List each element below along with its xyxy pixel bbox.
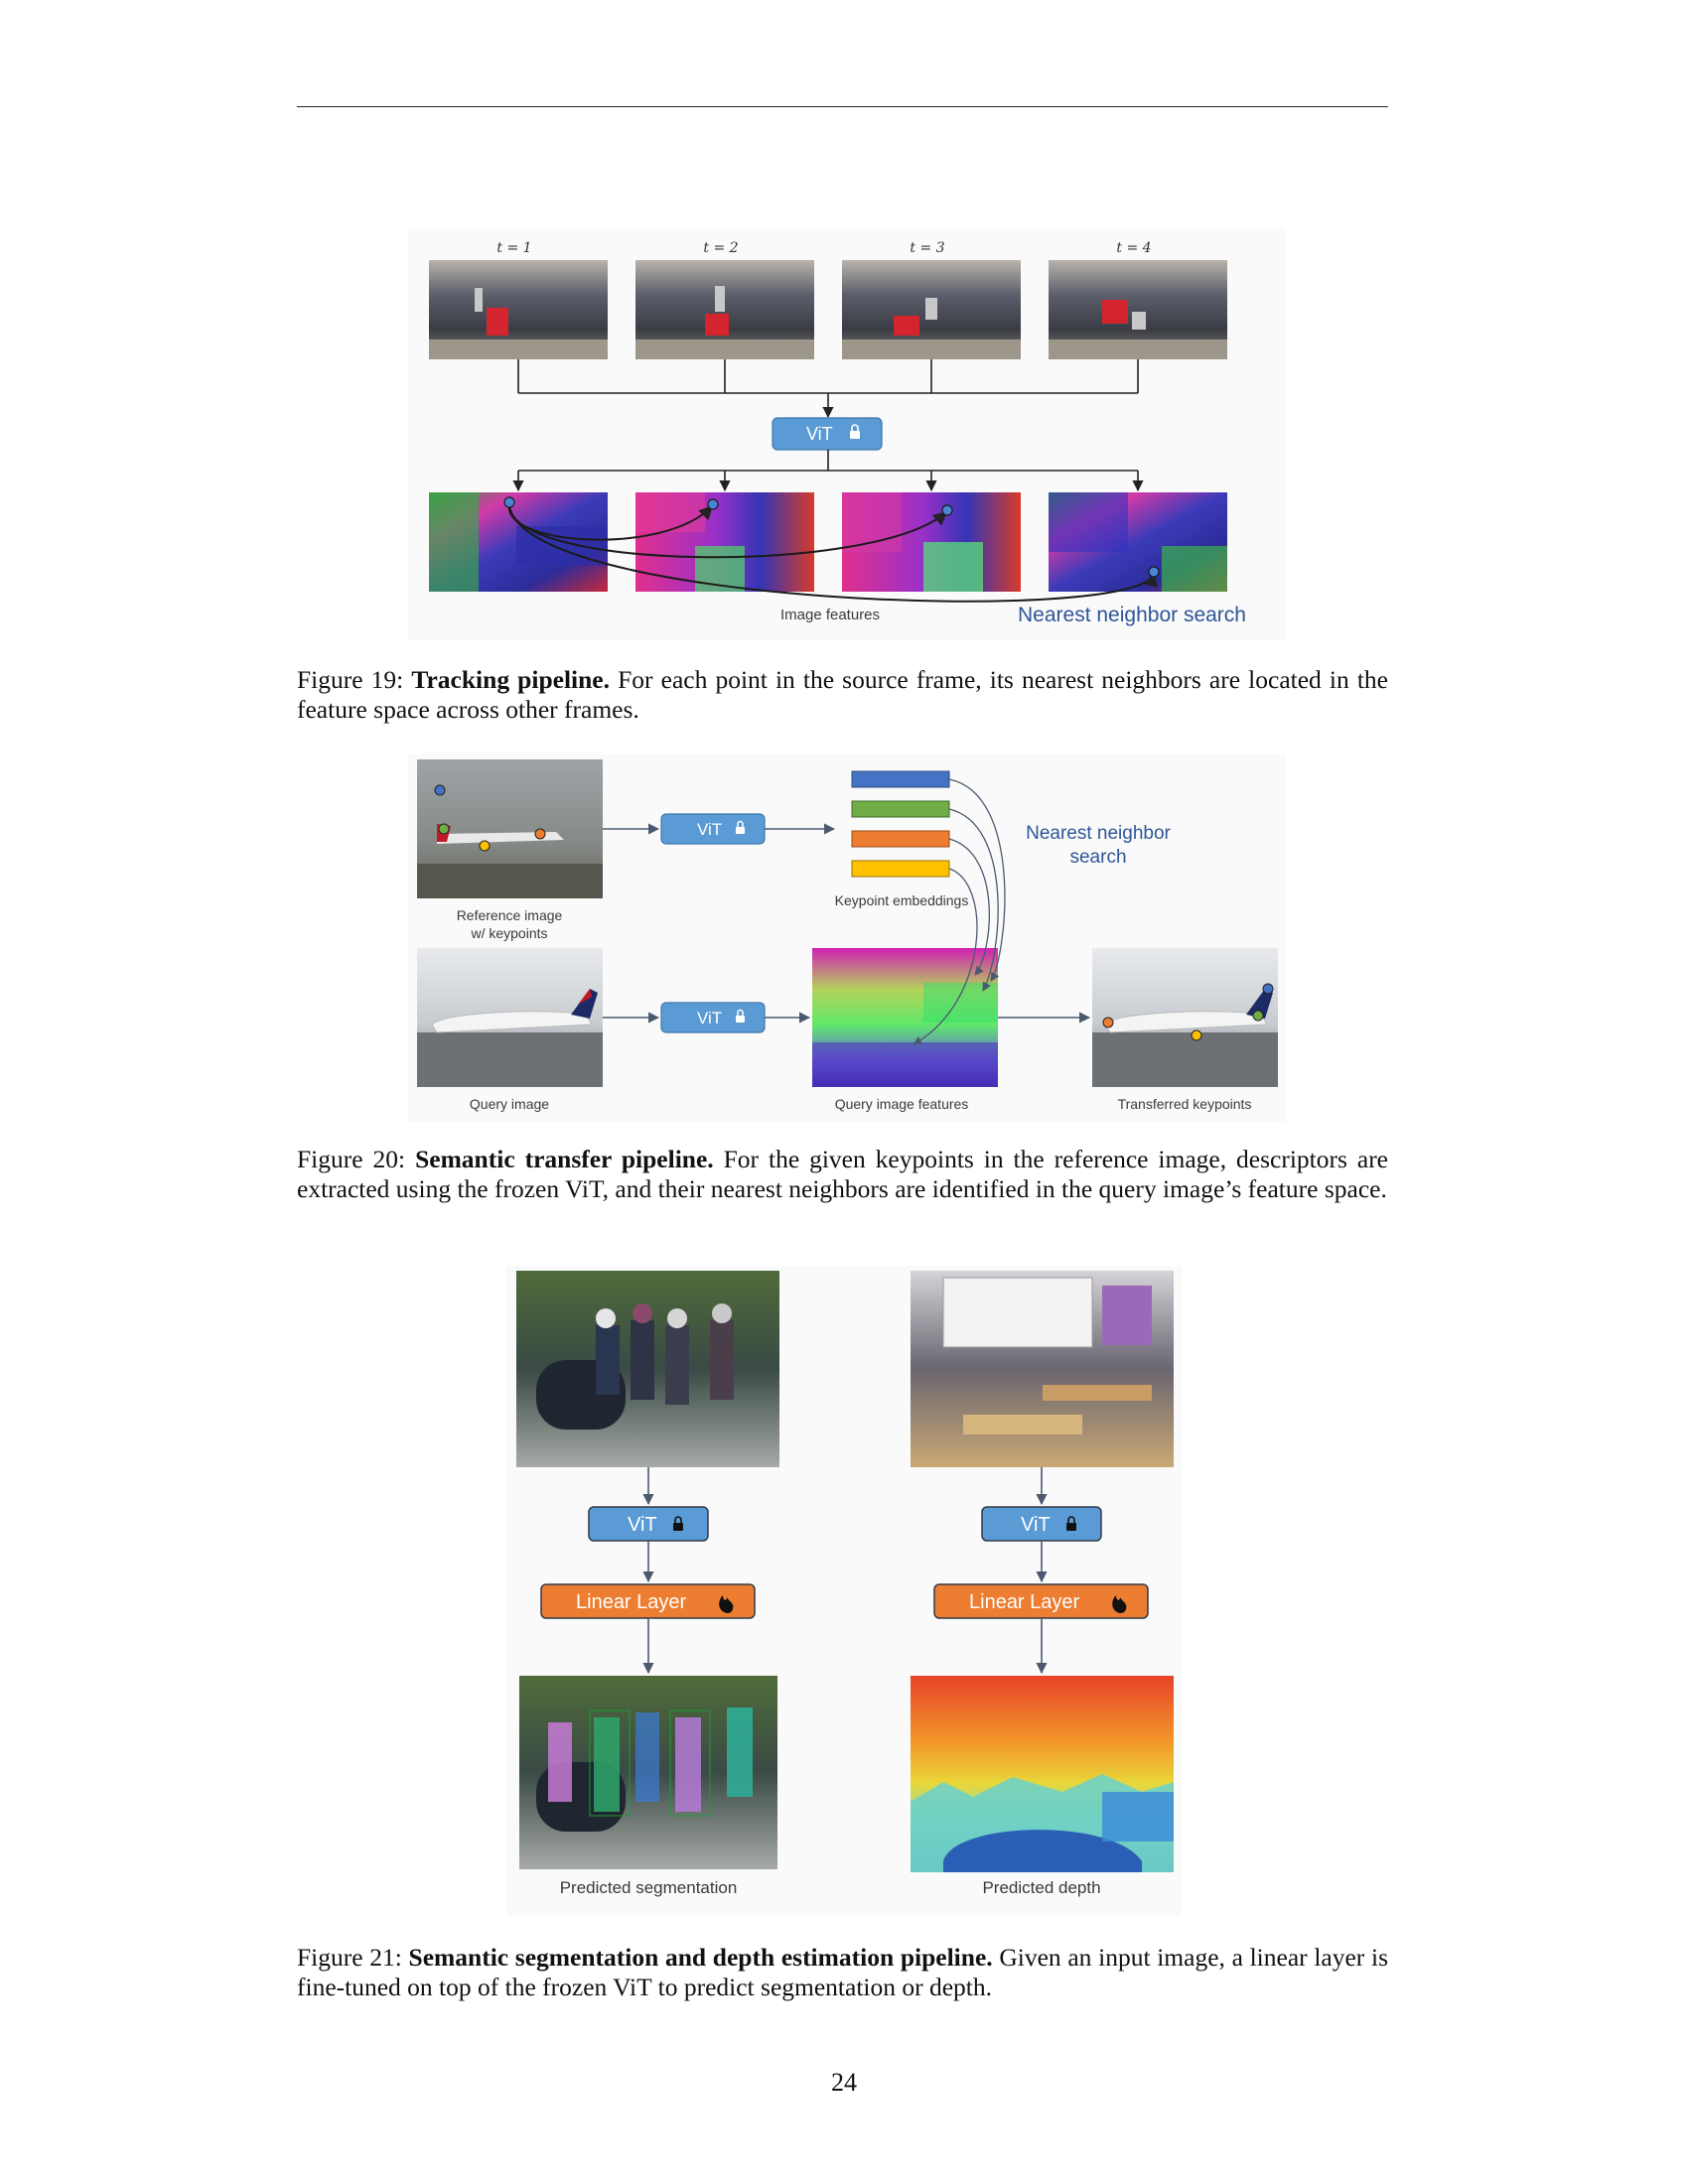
query-features-label: Query image features	[835, 1096, 969, 1112]
query-image	[417, 948, 603, 1087]
vit-box-left: ViT	[588, 1506, 709, 1542]
caption-prefix: Figure 21:	[297, 1943, 409, 1972]
depth-output-image	[911, 1676, 1174, 1872]
frame-2-image	[635, 260, 814, 359]
header-rule	[297, 106, 1388, 107]
linear-layer-box-right: Linear Layer	[933, 1583, 1149, 1619]
transferred-image	[1092, 948, 1278, 1087]
nearest-neighbor-label: Nearest neighbor search	[1018, 604, 1246, 626]
caption-prefix: Figure 20:	[297, 1145, 416, 1173]
time-label-2: t = 2	[703, 240, 738, 256]
frame-3-image	[842, 260, 1021, 359]
nn-label-2: search	[1069, 847, 1126, 868]
linear-layer-box-left: Linear Layer	[540, 1583, 756, 1619]
segmentation-output-image	[519, 1676, 777, 1869]
feature-map-4	[1049, 492, 1227, 592]
time-label-4: t = 4	[1116, 240, 1151, 256]
caption-title: Semantic transfer pipeline.	[415, 1145, 714, 1173]
figure-20-caption: Figure 20: Semantic transfer pipeline. F…	[297, 1145, 1388, 1204]
vit-box-fig20-top: ViT	[660, 813, 766, 845]
figure-19-caption: Figure 19: Tracking pipeline. For each p…	[297, 665, 1388, 725]
time-label-1: t = 1	[496, 240, 531, 256]
query-features	[812, 948, 998, 1087]
feature-map-1	[429, 492, 608, 592]
query-label: Query image	[470, 1096, 549, 1112]
page-number: 24	[831, 2068, 857, 2097]
frame-1-image	[429, 260, 608, 359]
figure-21: ViT Linear Layer ViT Linear Layer Predic…	[506, 1266, 1182, 1916]
vit-label: ViT	[806, 424, 833, 444]
linear-layer-label: Linear Layer	[576, 1591, 687, 1613]
figure-21-caption: Figure 21: Semantic segmentation and dep…	[297, 1943, 1388, 2002]
reference-label-1: Reference image	[457, 907, 563, 923]
time-label-3: t = 3	[910, 240, 944, 256]
classroom-input-image	[911, 1271, 1174, 1467]
vit-label: ViT	[697, 820, 722, 839]
vit-box-right: ViT	[981, 1506, 1102, 1542]
frame-4-image	[1049, 260, 1227, 359]
caption-title: Tracking pipeline.	[411, 665, 610, 694]
predicted-segmentation-label: Predicted segmentation	[560, 1878, 738, 1897]
linear-layer-label: Linear Layer	[969, 1591, 1080, 1613]
vit-box-fig20-bottom: ViT	[660, 1002, 766, 1033]
reference-label-2: w/ keypoints	[470, 925, 547, 941]
vit-label: ViT	[1021, 1514, 1051, 1536]
vit-label: ViT	[697, 1009, 722, 1027]
feature-map-3	[842, 492, 1021, 592]
keypoint-embeddings-label: Keypoint embeddings	[835, 892, 969, 908]
predicted-depth-label: Predicted depth	[982, 1878, 1100, 1897]
motorcycle-input-image	[516, 1271, 779, 1467]
vit-label: ViT	[628, 1514, 657, 1536]
caption-prefix: Figure 19:	[297, 665, 412, 694]
caption-title: Semantic segmentation and depth estimati…	[408, 1943, 993, 1972]
nn-label-1: Nearest neighbor	[1026, 823, 1171, 844]
figure-20: Reference image w/ keypoints ViT Keypoin…	[407, 754, 1286, 1122]
transferred-label: Transferred keypoints	[1118, 1096, 1252, 1112]
image-features-label: Image features	[780, 607, 880, 623]
figure-19: t = 1 t = 2 t = 3 t = 4 ViT Image featur…	[407, 228, 1286, 640]
vit-box-fig19: ViT	[772, 417, 883, 451]
